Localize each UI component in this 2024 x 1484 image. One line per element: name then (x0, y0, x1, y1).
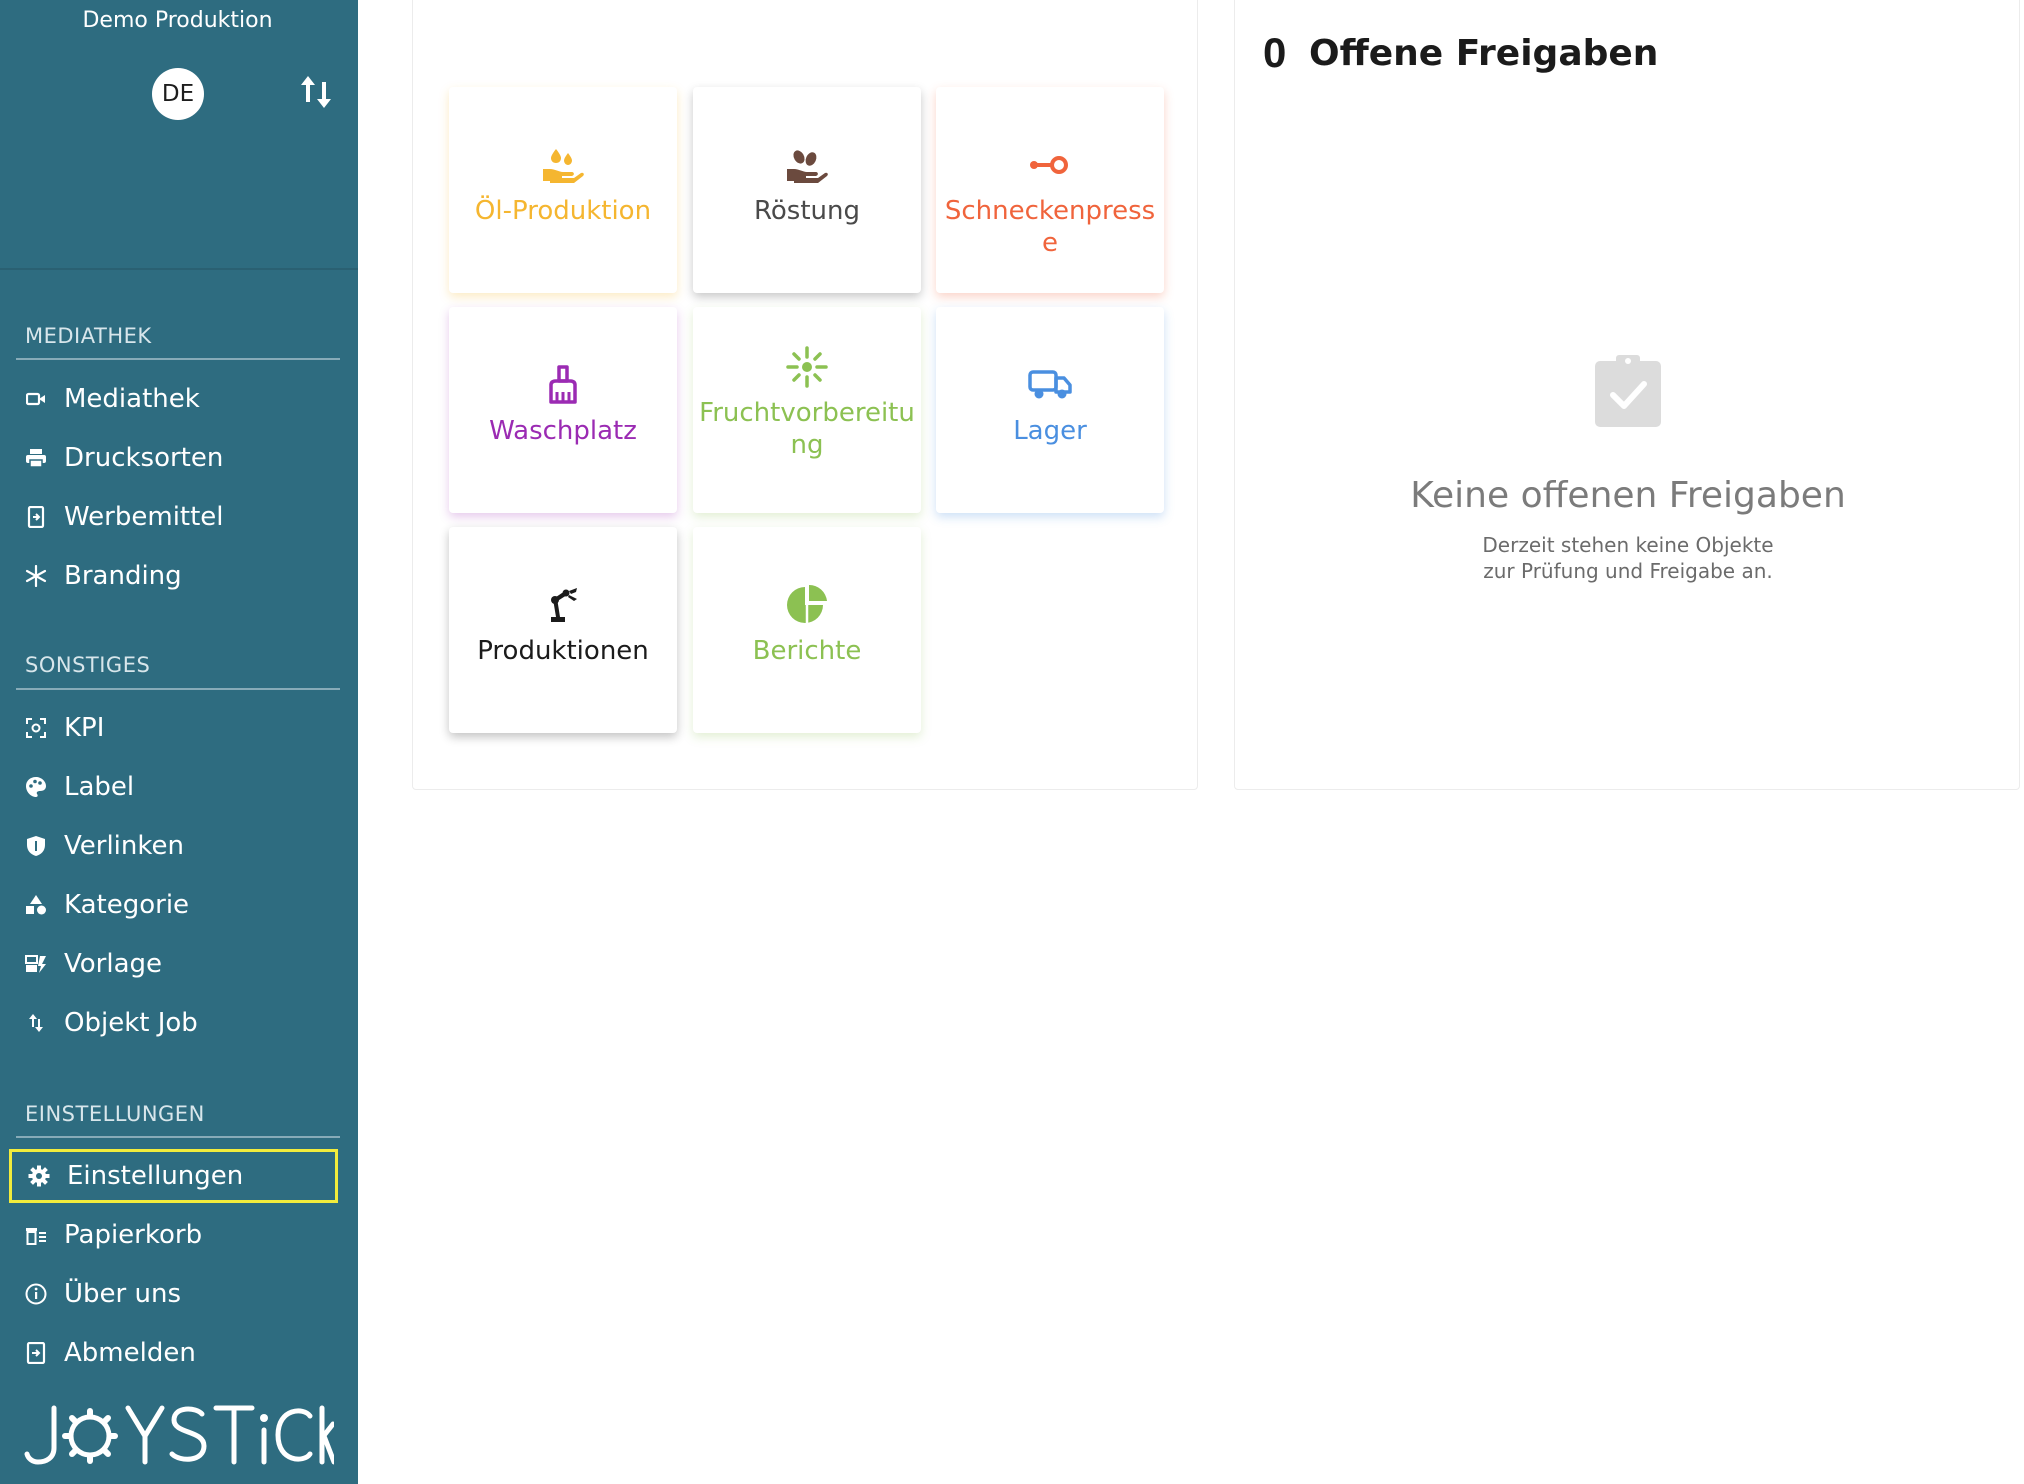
sidebar-item-branding[interactable]: Branding (9, 549, 338, 603)
sidebar-item-papierkorb[interactable]: Papierkorb (9, 1208, 338, 1262)
sidebar-item-label: Werbemittel (64, 502, 224, 532)
oil-hand-icon (541, 143, 585, 187)
joystick-logo (24, 1405, 334, 1465)
sidebar-item-mediathek[interactable]: Mediathek (9, 372, 338, 426)
sidebar-item-label: Abmelden (64, 1338, 196, 1368)
sidebar-item-vorlage[interactable]: Vorlage (9, 937, 338, 991)
robot-arm-icon (541, 583, 585, 627)
sidebar-item-label: Objekt Job (64, 1008, 198, 1038)
section-title-mediathek: MEDIATHEK (25, 324, 152, 348)
sidebar-item-label: Über uns (64, 1279, 181, 1309)
sparkle-icon (785, 345, 829, 389)
sidebar-item-werbemittel[interactable]: Werbemittel (9, 490, 338, 544)
sidebar-item-kpi[interactable]: KPI (9, 701, 338, 755)
tile-fruchtvorbereitung[interactable]: Fruchtvorbereitung (693, 307, 921, 513)
language-switch[interactable]: DE (152, 68, 204, 120)
empty-state-text: zur Prüfung und Freigabe an. (1483, 559, 1773, 583)
clipboard-check-icon (1595, 355, 1661, 427)
approvals-count: 0 (1263, 29, 1287, 76)
section-divider (16, 1136, 340, 1138)
video-icon (23, 386, 49, 412)
sidebar-item-verlinken[interactable]: Verlinken (9, 819, 338, 873)
swap-vertical-icon[interactable] (298, 72, 334, 112)
sidebar: Demo Produktion DE MEDIATHEK Mediathek D… (0, 0, 358, 1484)
section-title-einstellungen: EINSTELLUNGEN (25, 1102, 205, 1126)
org-name: Demo Produktion (82, 8, 273, 33)
sidebar-item-label: Branding (64, 561, 182, 591)
sidebar-item-label: Vorlage (64, 949, 163, 979)
logout-icon (23, 1340, 49, 1366)
tile-label: Produktionen (477, 636, 649, 666)
empty-state-text: Derzeit stehen keine Objekte (1482, 533, 1774, 557)
tile-oel-produktion[interactable]: Öl-Produktion (449, 87, 677, 293)
sidebar-divider (0, 268, 358, 270)
print-icon (23, 445, 49, 471)
tile-label: Berichte (752, 636, 862, 666)
swap-vertical-icon (23, 1010, 49, 1036)
sidebar-item-drucksorten[interactable]: Drucksorten (9, 431, 338, 485)
tile-berichte[interactable]: Berichte (693, 527, 921, 733)
truck-icon (1028, 363, 1072, 407)
template-icon (23, 951, 49, 977)
shield-icon (23, 833, 49, 859)
sidebar-item-kategorie[interactable]: Kategorie (9, 878, 338, 932)
broom-icon (541, 363, 585, 407)
gear-icon (26, 1163, 52, 1189)
tile-label: Waschplatz (489, 416, 637, 446)
file-export-icon (23, 504, 49, 530)
sidebar-item-label: KPI (64, 713, 105, 743)
key-press-icon (1028, 143, 1072, 187)
approvals-title: Offene Freigaben (1309, 33, 1659, 74)
target-icon (23, 715, 49, 741)
sidebar-item-ueber-uns[interactable]: Über uns (9, 1267, 338, 1321)
tile-label: Schneckenpresse (944, 196, 1156, 258)
tile-schneckenpresse[interactable]: Schneckenpresse (936, 87, 1164, 293)
section-divider (16, 688, 340, 690)
tile-label: Röstung (753, 196, 860, 226)
snowflake-icon (23, 563, 49, 589)
sidebar-item-label: Verlinken (64, 831, 184, 861)
tile-label: Lager (1013, 416, 1087, 446)
approvals-panel: 0 Offene Freigaben Keine offenen Freigab… (1234, 0, 2020, 790)
pie-chart-icon (785, 583, 829, 627)
tile-roestung[interactable]: Röstung (693, 87, 921, 293)
info-icon (23, 1281, 49, 1307)
tile-label: Öl-Produktion (474, 196, 652, 226)
sidebar-item-label: Einstellungen (67, 1161, 244, 1191)
sidebar-item-label[interactable]: Label (9, 760, 338, 814)
tile-label: Fruchtvorbereitung (699, 398, 915, 460)
modules-panel: Öl-Produktion Röstung Schneckenpresse Wa… (412, 0, 1198, 790)
sidebar-item-einstellungen[interactable]: Einstellungen (9, 1149, 338, 1203)
sidebar-item-label: Papierkorb (64, 1220, 203, 1250)
sidebar-item-label: Label (64, 772, 135, 802)
roast-hand-icon (785, 143, 829, 187)
shapes-icon (23, 892, 49, 918)
tile-produktionen[interactable]: Produktionen (449, 527, 677, 733)
sidebar-item-abmelden[interactable]: Abmelden (9, 1326, 338, 1380)
sidebar-item-label: Mediathek (64, 384, 200, 414)
section-divider (16, 358, 340, 360)
tile-waschplatz[interactable]: Waschplatz (449, 307, 677, 513)
sidebar-item-label: Drucksorten (64, 443, 224, 473)
section-title-sonstiges: SONSTIGES (25, 653, 151, 677)
trash-icon (23, 1222, 49, 1248)
palette-icon (23, 774, 49, 800)
empty-state-title: Keine offenen Freigaben (1410, 475, 1846, 516)
sidebar-item-objekt-job[interactable]: Objekt Job (9, 996, 338, 1050)
sidebar-item-label: Kategorie (64, 890, 190, 920)
tile-lager[interactable]: Lager (936, 307, 1164, 513)
